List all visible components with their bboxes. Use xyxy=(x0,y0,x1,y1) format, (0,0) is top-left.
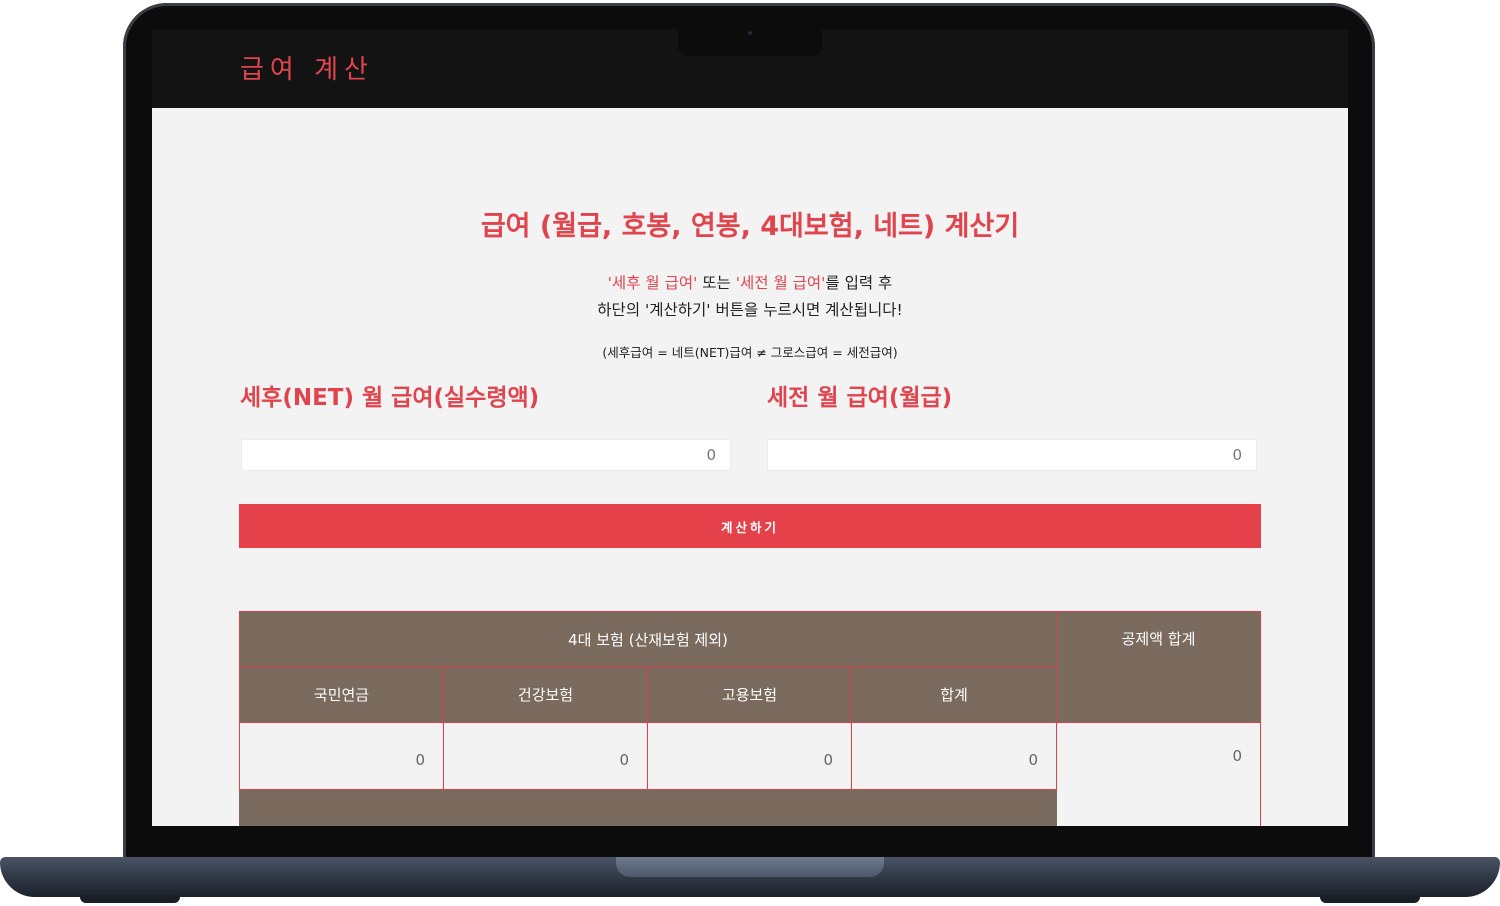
deduction-table: 4대 보험 (산재보험 제외) 공제액 합계 국민연금 건강보험 고용보험 합계… xyxy=(239,611,1261,826)
laptop-foot-left xyxy=(80,895,180,903)
screen: 급여 계산 급여 (월급, 호봉, 연봉, 4대보험, 네트) 계산기 '세후 … xyxy=(152,29,1348,826)
employment-insurance-value: 0 xyxy=(647,722,852,790)
pension-value: 0 xyxy=(239,722,444,790)
net-term: '세후 월 급여' xyxy=(607,274,698,292)
page-title: 급여 (월급, 호봉, 연봉, 4대보험, 네트) 계산기 xyxy=(480,211,1020,242)
subtotal-value: 0 xyxy=(851,722,1057,790)
input-then-text: 를 입력 후 xyxy=(825,274,893,292)
total-deduction-value: 0 xyxy=(1056,722,1261,826)
instruction-line-2: 하단의 '계산하기' 버튼을 누르시면 계산됩니다! xyxy=(597,301,903,319)
laptop-base-notch xyxy=(616,857,884,877)
formula-note: (세후급여 = 네트(NET)급여 ≠ 그로스급여 = 세전급여) xyxy=(602,345,898,360)
next-section-header xyxy=(239,790,1057,826)
laptop-foot-right xyxy=(1320,895,1420,903)
instruction-line-1: '세후 월 급여' 또는 '세전 월 급여'를 입력 후 xyxy=(152,271,1348,293)
or-text: 또는 xyxy=(697,274,736,292)
employment-insurance-header: 고용보험 xyxy=(647,666,852,723)
subtotal-header: 합계 xyxy=(851,666,1057,723)
net-salary-input[interactable] xyxy=(241,439,731,471)
camera-dot xyxy=(748,31,752,35)
gross-salary-label: 세전 월 급여(월급) xyxy=(767,385,953,411)
app-title[interactable]: 급여 계산 xyxy=(240,49,374,86)
total-deduction-header: 공제액 합계 xyxy=(1056,611,1261,723)
gross-salary-input[interactable] xyxy=(767,439,1257,471)
gross-term: '세전 월 급여' xyxy=(735,274,826,292)
calculate-button[interactable]: 계산하기 xyxy=(239,504,1261,548)
health-insurance-header: 건강보험 xyxy=(443,666,648,723)
health-insurance-value: 0 xyxy=(443,722,648,790)
net-salary-label: 세후(NET) 월 급여(실수령액) xyxy=(240,385,540,411)
insurance-group-header: 4대 보험 (산재보험 제외) xyxy=(239,611,1057,667)
pension-header: 국민연금 xyxy=(239,666,444,723)
